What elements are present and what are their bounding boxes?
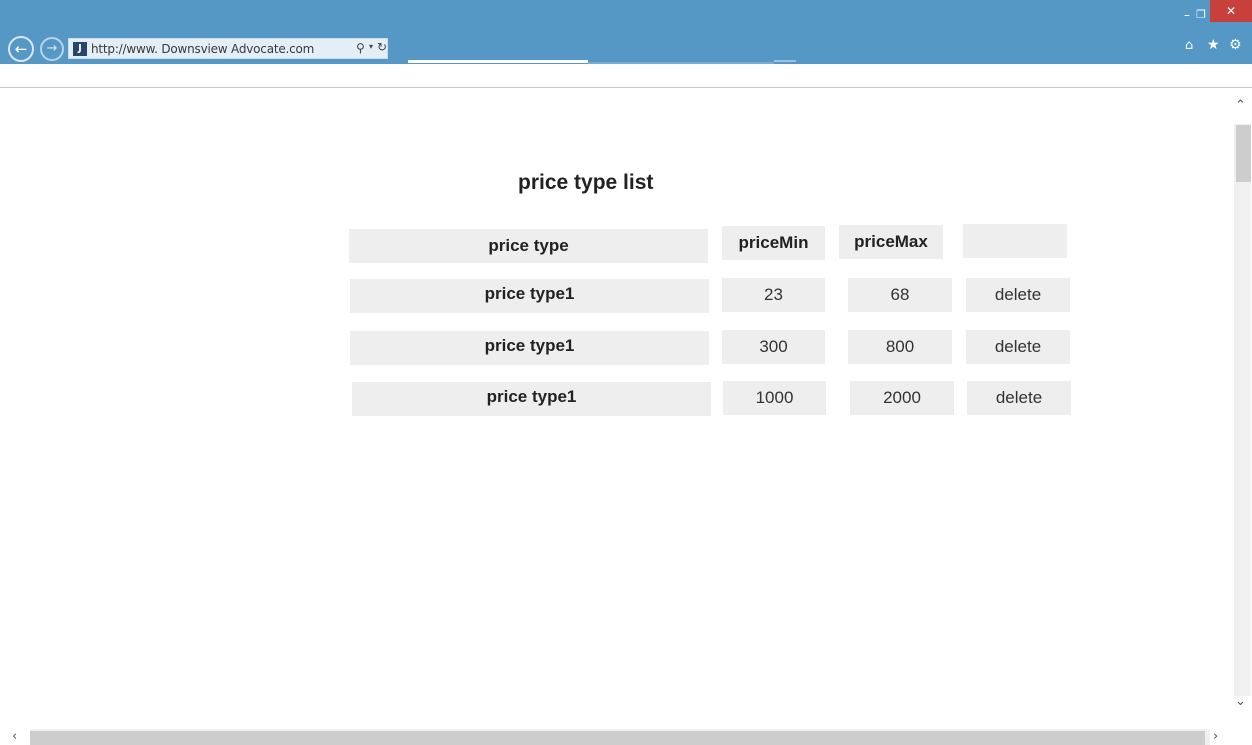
row-price-max: 68	[848, 278, 952, 312]
new-tab-button[interactable]	[774, 60, 796, 62]
header-price-max: priceMax	[839, 225, 943, 259]
refresh-icon[interactable]: ↻	[377, 40, 387, 54]
vertical-scroll-track[interactable]	[1234, 124, 1251, 696]
vertical-scroll-thumb[interactable]	[1236, 125, 1251, 182]
home-icon[interactable]: ⌂	[1185, 38, 1193, 53]
forward-button[interactable]: →	[40, 37, 64, 61]
browser-titlebar: ← → J http://www. Downsview Advocate.com…	[0, 0, 1252, 64]
close-button[interactable]: ✕	[1210, 0, 1252, 22]
delete-button[interactable]: delete	[966, 330, 1070, 364]
back-button[interactable]: ←	[8, 36, 34, 62]
page-title: price type list	[518, 171, 654, 194]
row-price-max: 2000	[850, 381, 954, 415]
header-price-type: price type	[349, 229, 708, 263]
site-favicon-icon: J	[73, 42, 87, 56]
header-price-min: priceMin	[722, 226, 825, 260]
row-price-type: price type1	[350, 279, 709, 313]
forward-arrow-icon: →	[46, 41, 58, 56]
active-tab[interactable]	[408, 60, 588, 63]
back-arrow-icon: ←	[14, 40, 28, 58]
scroll-down-icon[interactable]: ⌄	[1235, 694, 1246, 709]
row-price-type: price type1	[352, 382, 711, 416]
url-text[interactable]: http://www. Downsview Advocate.com	[91, 42, 314, 56]
favorites-star-icon[interactable]: ★	[1207, 37, 1220, 53]
address-bar[interactable]: J http://www. Downsview Advocate.com ⚲ ▾…	[68, 38, 388, 59]
chevron-down-icon[interactable]: ▾	[369, 42, 373, 51]
scroll-right-icon[interactable]: ›	[1213, 729, 1218, 744]
row-price-max: 800	[848, 330, 952, 364]
row-price-type: price type1	[350, 331, 709, 365]
row-price-min: 1000	[723, 381, 826, 415]
gear-icon[interactable]: ⚙	[1229, 37, 1242, 53]
row-price-min: 300	[722, 330, 825, 364]
command-bar	[0, 64, 1252, 88]
page-viewport: price type list price type priceMin pric…	[0, 89, 1225, 729]
delete-button[interactable]: delete	[967, 381, 1071, 415]
search-icon[interactable]: ⚲	[356, 41, 365, 55]
scroll-left-icon[interactable]: ‹	[12, 729, 17, 744]
scroll-up-icon[interactable]: ⌃	[1235, 98, 1246, 113]
horizontal-scroll-thumb[interactable]	[30, 731, 1205, 745]
header-action	[963, 224, 1067, 258]
delete-button[interactable]: delete	[966, 278, 1070, 312]
row-price-min: 23	[722, 278, 825, 312]
restore-button[interactable]: ❐	[1192, 8, 1210, 26]
